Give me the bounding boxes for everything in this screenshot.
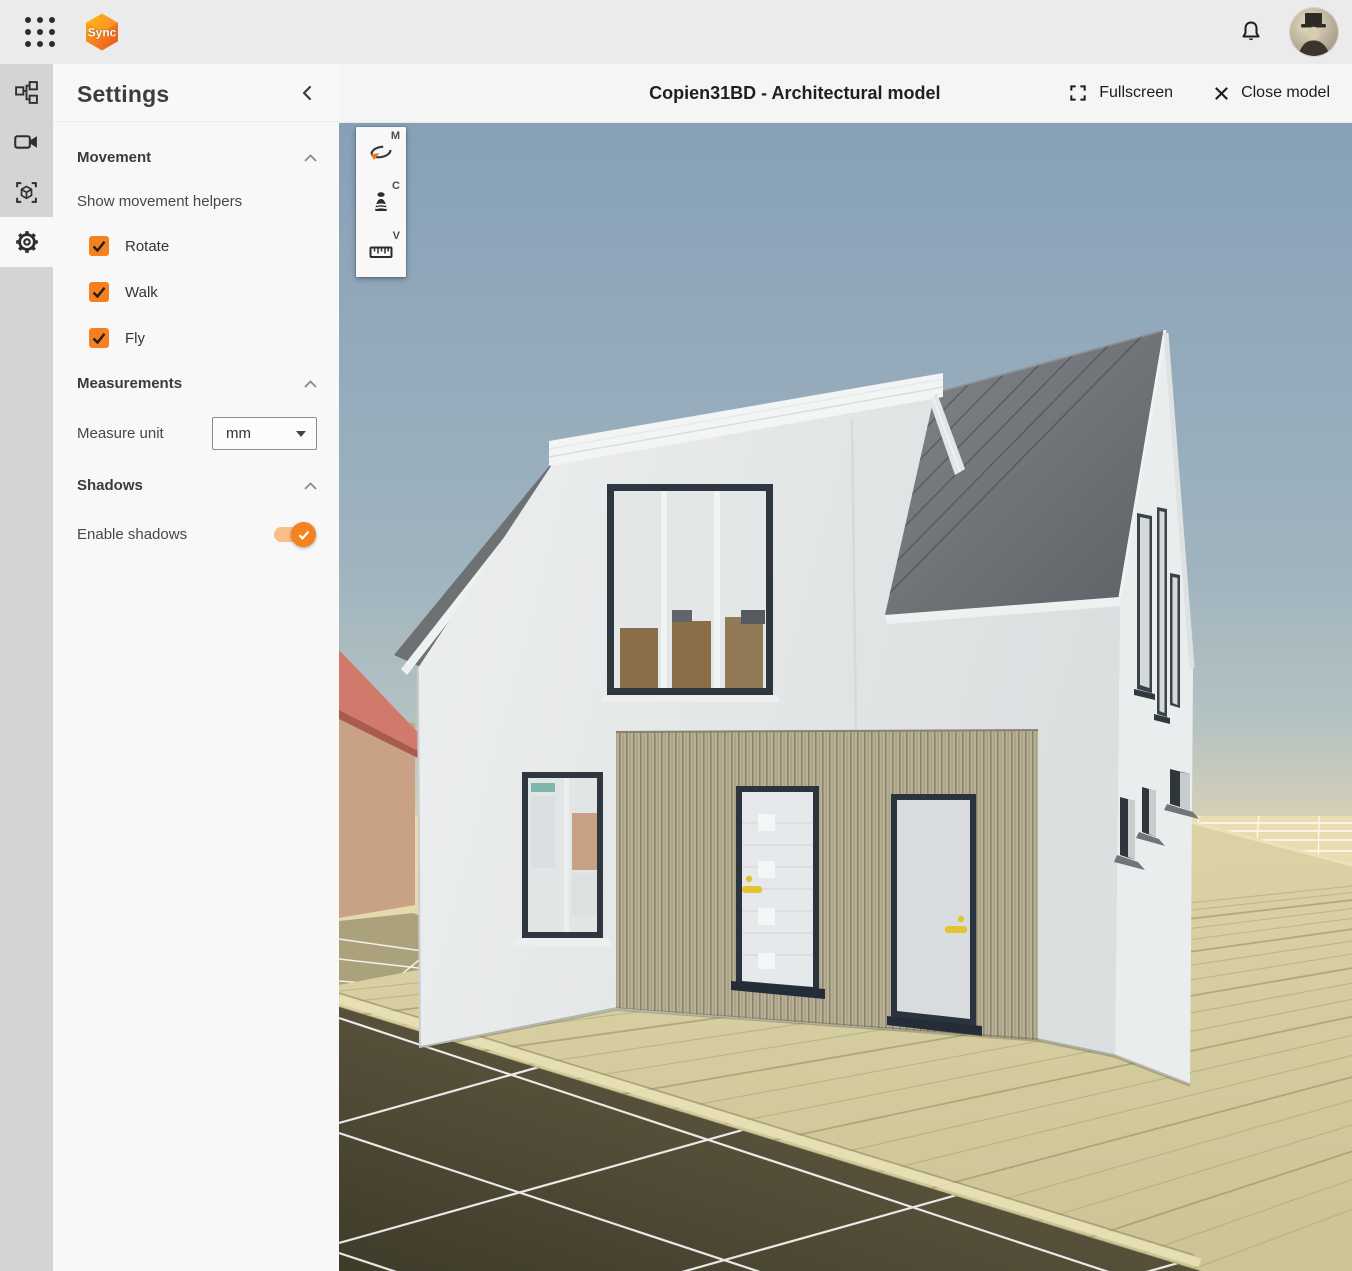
fullscreen-icon <box>1068 83 1088 103</box>
settings-title: Settings <box>77 81 169 108</box>
ruler-icon <box>369 240 393 264</box>
app-grid-button[interactable] <box>24 16 56 48</box>
fullscreen-button[interactable]: Fullscreen <box>1068 83 1173 103</box>
enable-shadows-toggle[interactable] <box>274 527 313 542</box>
left-toolbar <box>0 64 53 1271</box>
check-icon <box>92 286 106 298</box>
shadows-section-title: Shadows <box>77 477 143 494</box>
scene-render <box>339 123 1352 1271</box>
measure-tool-button[interactable]: V <box>356 227 406 277</box>
caret-down-icon <box>296 431 306 437</box>
chevron-up-icon <box>304 154 317 162</box>
measure-unit-row: Measure unit mm <box>77 417 317 450</box>
sync-logo[interactable]: Sync <box>82 12 122 52</box>
fly-checkbox-row: Fly <box>89 328 317 348</box>
viewport-actions: Fullscreen Close model <box>1068 83 1330 103</box>
fullscreen-label: Fullscreen <box>1099 84 1173 102</box>
walk-checkbox-label: Walk <box>125 284 158 301</box>
settings-panel: Settings Movement Show movement helpers <box>53 64 339 1271</box>
model-3d-scene[interactable]: M C <box>339 123 1352 1271</box>
walk-checkbox[interactable] <box>89 282 109 302</box>
sidebar-item-object-select[interactable] <box>0 167 53 217</box>
movement-section: Movement Show movement helpers Rotate <box>53 149 339 348</box>
main-layout: Settings Movement Show movement helpers <box>0 64 1352 1271</box>
collapse-panel-button[interactable] <box>297 81 317 108</box>
walk-shortcut-key: C <box>392 180 400 192</box>
shadows-section-header[interactable]: Shadows <box>77 477 317 494</box>
measurements-section: Measurements Measure unit mm <box>53 375 339 450</box>
measure-unit-value: mm <box>226 425 251 442</box>
entry-door-left <box>731 786 825 999</box>
toggle-knob <box>291 522 316 547</box>
user-avatar[interactable] <box>1290 8 1338 56</box>
fly-checkbox-label: Fly <box>125 330 145 347</box>
measure-unit-select[interactable]: mm <box>212 417 317 450</box>
shadows-section: Shadows Enable shadows <box>53 477 339 543</box>
enable-shadows-row: Enable shadows <box>77 526 317 543</box>
rotate-checkbox-label: Rotate <box>125 238 169 255</box>
measure-shortcut-key: V <box>393 230 400 242</box>
walk-icon <box>369 190 393 214</box>
viewport: Copien31BD - Architectural model Fullscr… <box>339 64 1352 1271</box>
enable-shadows-label: Enable shadows <box>77 526 187 543</box>
door-handle <box>958 916 964 922</box>
close-icon <box>1213 85 1230 102</box>
walk-checkbox-row: Walk <box>89 282 317 302</box>
entry-door-right <box>887 794 982 1036</box>
sync-hexagon-icon: Sync <box>82 12 122 52</box>
dormer-window <box>601 484 780 702</box>
camera-icon <box>14 130 39 155</box>
sidebar-item-settings[interactable] <box>0 217 53 267</box>
orbit-icon <box>367 139 395 165</box>
orbit-shortcut-key: M <box>391 130 400 142</box>
rotate-checkbox-row: Rotate <box>89 236 317 256</box>
notifications-button[interactable] <box>1238 19 1264 45</box>
chevron-left-icon <box>301 85 313 101</box>
fly-checkbox[interactable] <box>89 328 109 348</box>
model-tree-icon <box>14 80 39 105</box>
orbit-tool-button[interactable]: M <box>356 127 406 177</box>
chevron-up-icon <box>304 482 317 490</box>
viewport-toolbar: M C <box>356 127 406 277</box>
movement-helpers-label: Show movement helpers <box>77 193 317 210</box>
app-root: Sync <box>0 0 1352 1271</box>
movement-section-header[interactable]: Movement <box>77 149 317 166</box>
close-model-button[interactable]: Close model <box>1213 84 1330 102</box>
close-model-label: Close model <box>1241 84 1330 102</box>
chevron-up-icon <box>304 380 317 388</box>
bell-icon <box>1238 19 1264 45</box>
door-handle <box>746 876 752 882</box>
check-icon <box>92 240 106 252</box>
model-title: Copien31BD - Architectural model <box>649 83 940 104</box>
measure-unit-label: Measure unit <box>77 425 164 442</box>
viewport-header: Copien31BD - Architectural model Fullscr… <box>339 64 1352 123</box>
sync-logo-text: Sync <box>88 26 117 40</box>
sidebar-item-model-tree[interactable] <box>0 67 53 117</box>
walk-tool-button[interactable]: C <box>356 177 406 227</box>
movement-section-title: Movement <box>77 149 151 166</box>
topbar: Sync <box>0 0 1352 64</box>
avatar-image <box>1290 8 1338 56</box>
ground-floor-window <box>513 772 612 947</box>
measurements-section-header[interactable]: Measurements <box>77 375 317 392</box>
check-icon <box>92 332 106 344</box>
rotate-checkbox[interactable] <box>89 236 109 256</box>
sidebar-item-camera[interactable] <box>0 117 53 167</box>
measurements-section-title: Measurements <box>77 375 182 392</box>
settings-gear-icon <box>14 229 40 255</box>
check-icon <box>298 530 310 540</box>
object-select-icon <box>14 180 39 205</box>
settings-panel-header: Settings <box>53 64 339 122</box>
